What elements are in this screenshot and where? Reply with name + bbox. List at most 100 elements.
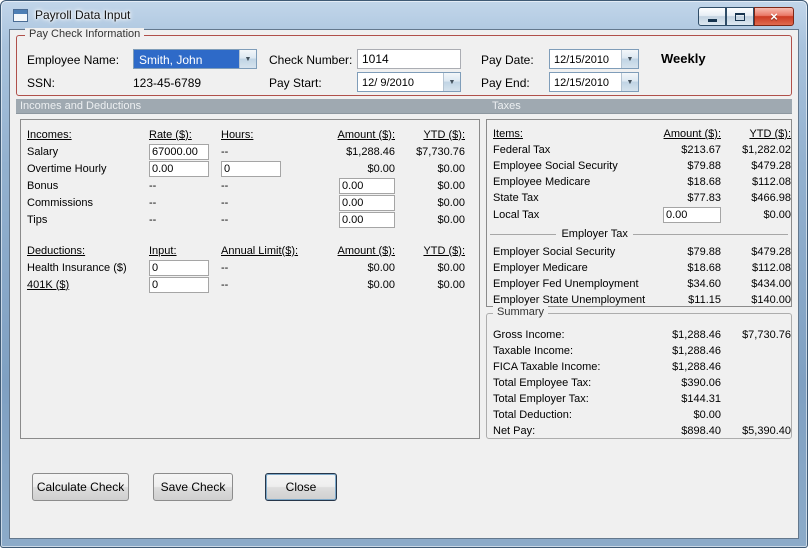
health-insurance-input[interactable] bbox=[149, 259, 209, 276]
employee-name-select[interactable]: Smith, John ▼ bbox=[133, 49, 257, 69]
window-close-button[interactable]: × bbox=[754, 7, 794, 26]
net-pay-ytd: $5,390.40 bbox=[742, 425, 791, 437]
bonus-rate: -- bbox=[149, 179, 157, 192]
tax-row-employer-fed-unemployment: Employer Fed Unemployment $34.60 $434.00 bbox=[487, 276, 791, 292]
income-row-salary: Salary -- $1,288.46 $7,730.76 bbox=[21, 143, 479, 160]
employer-ss-label: Employer Social Security bbox=[493, 246, 616, 258]
caption-buttons: × bbox=[698, 7, 794, 26]
minimize-icon bbox=[707, 18, 717, 22]
close-icon: × bbox=[770, 9, 778, 24]
commissions-amount-input[interactable] bbox=[339, 194, 395, 211]
bonus-amount-input[interactable] bbox=[339, 177, 395, 194]
overtime-rate-input[interactable] bbox=[149, 160, 209, 177]
calculate-check-button[interactable]: Calculate Check bbox=[32, 473, 129, 501]
employer-tax-separator: Employer Tax bbox=[487, 224, 791, 244]
annual-limit-col-label: Annual Limit($): bbox=[221, 244, 299, 257]
health-insurance-label: Health Insurance ($) bbox=[27, 261, 127, 274]
ytd-col-label: YTD ($): bbox=[423, 128, 465, 141]
paycheck-info-legend: Pay Check Information bbox=[25, 28, 145, 40]
summary-row-fica: FICA Taxable Income: $1,288.46 bbox=[487, 359, 791, 375]
pay-date-picker[interactable]: 12/15/2010 ▼ bbox=[549, 49, 639, 69]
overtime-amount: $0.00 bbox=[367, 162, 395, 175]
k401-link[interactable]: 401K ($) bbox=[27, 279, 149, 291]
taxes-panel: Items: Amount ($): YTD ($): Federal Tax … bbox=[486, 119, 792, 307]
dropdown-arrow-glyph: ▼ bbox=[626, 55, 634, 63]
check-number-input[interactable] bbox=[357, 49, 461, 69]
tax-row-state: State Tax $77.83 $466.98 bbox=[487, 190, 791, 206]
salary-label: Salary bbox=[27, 145, 59, 158]
taxes-header-row: Items: Amount ($): YTD ($): bbox=[487, 126, 791, 142]
deductions-col-label: Deductions: bbox=[27, 244, 86, 257]
federal-tax-ytd: $1,282.02 bbox=[742, 144, 791, 156]
k401-ytd: $0.00 bbox=[437, 278, 465, 291]
total-employee-tax-label: Total Employee Tax: bbox=[493, 377, 592, 389]
taxes-header: Taxes bbox=[492, 100, 521, 112]
bonus-label: Bonus bbox=[27, 179, 59, 192]
dropdown-arrow-glyph: ▼ bbox=[626, 78, 634, 86]
state-tax-amount: $77.83 bbox=[687, 192, 721, 204]
k401-input[interactable] bbox=[149, 276, 209, 293]
tax-row-employee-ss: Employee Social Security $79.88 $479.28 bbox=[487, 158, 791, 174]
gross-income-label: Gross Income: bbox=[493, 329, 565, 341]
employer-medicare-amount: $18.68 bbox=[687, 262, 721, 274]
salary-hours: -- bbox=[221, 145, 229, 158]
title-bar[interactable]: Payroll Data Input bbox=[1, 1, 807, 29]
dropdown-arrow-glyph: ▼ bbox=[244, 55, 252, 63]
summary-row-total-deduction: Total Deduction: $0.00 bbox=[487, 407, 791, 423]
tips-amount-input[interactable] bbox=[339, 211, 395, 228]
salary-rate-input[interactable] bbox=[149, 143, 209, 160]
maximize-icon bbox=[735, 12, 745, 21]
employer-state-unemployment-label: Employer State Unemployment bbox=[493, 294, 646, 306]
tips-ytd: $0.00 bbox=[437, 213, 465, 226]
salary-amount: $1,288.46 bbox=[346, 145, 395, 158]
net-pay-amount: $898.40 bbox=[681, 425, 721, 437]
total-deduction-label: Total Deduction: bbox=[493, 409, 572, 421]
dialog-body: Pay Check Information Employee Name: Smi… bbox=[9, 28, 799, 539]
pay-start-picker[interactable]: 12/ 9/2010 ▼ bbox=[357, 72, 461, 92]
pay-frequency-label: Weekly bbox=[661, 51, 706, 66]
amount-col-label: Amount ($): bbox=[337, 244, 395, 257]
chevron-down-icon[interactable]: ▼ bbox=[443, 73, 460, 91]
rate-col-label: Rate ($): bbox=[149, 128, 192, 141]
section-header-strip: Incomes and Deductions Taxes bbox=[16, 99, 792, 114]
pay-end-picker[interactable]: 12/15/2010 ▼ bbox=[549, 72, 639, 92]
pay-date-label: Pay Date: bbox=[481, 53, 534, 67]
employer-medicare-ytd: $112.08 bbox=[752, 262, 791, 274]
summary-group: Summary Gross Income: $1,288.46 $7,730.7… bbox=[486, 306, 792, 439]
deduction-row-401k: 401K ($) -- $0.00 $0.00 bbox=[21, 276, 479, 293]
window-maximize-button[interactable] bbox=[726, 7, 754, 26]
tax-row-employer-ss: Employer Social Security $79.88 $479.28 bbox=[487, 244, 791, 260]
commissions-ytd: $0.00 bbox=[437, 196, 465, 209]
pay-end-value: 12/15/2010 bbox=[554, 77, 610, 89]
employer-fed-unemployment-amount: $34.60 bbox=[687, 278, 721, 290]
ssn-value: 123-45-6789 bbox=[133, 76, 202, 90]
employer-tax-group-label: Employer Tax bbox=[561, 228, 628, 240]
tax-row-federal: Federal Tax $213.67 $1,282.02 bbox=[487, 142, 791, 158]
tax-row-local: Local Tax $0.00 bbox=[487, 206, 791, 224]
close-button[interactable]: Close bbox=[265, 473, 337, 501]
app-icon bbox=[13, 8, 28, 22]
income-row-tips: Tips -- -- $0.00 bbox=[21, 211, 479, 228]
local-tax-input[interactable] bbox=[663, 207, 721, 223]
commissions-hours: -- bbox=[221, 196, 229, 209]
chevron-down-icon[interactable]: ▼ bbox=[239, 50, 256, 68]
window-minimize-button[interactable] bbox=[698, 7, 726, 26]
employee-name-label: Employee Name: bbox=[27, 53, 120, 67]
health-insurance-ytd: $0.00 bbox=[437, 261, 465, 274]
income-row-commissions: Commissions -- -- $0.00 bbox=[21, 194, 479, 211]
summary-row-gross: Gross Income: $1,288.46 $7,730.76 bbox=[487, 327, 791, 343]
total-employer-tax-amount: $144.31 bbox=[681, 393, 721, 405]
federal-tax-label: Federal Tax bbox=[493, 144, 551, 156]
employer-state-unemployment-amount: $11.15 bbox=[688, 294, 721, 306]
overtime-label: Overtime Hourly bbox=[27, 162, 107, 175]
summary-legend: Summary bbox=[493, 306, 549, 318]
overtime-hours-input[interactable] bbox=[221, 160, 281, 177]
deduction-row-health: Health Insurance ($) -- $0.00 $0.00 bbox=[21, 259, 479, 276]
chevron-down-icon[interactable]: ▼ bbox=[621, 50, 638, 68]
tips-rate: -- bbox=[149, 213, 157, 226]
save-check-button[interactable]: Save Check bbox=[153, 473, 233, 501]
chevron-down-icon[interactable]: ▼ bbox=[621, 73, 638, 91]
k401-amount: $0.00 bbox=[367, 278, 395, 291]
pay-start-value: 12/ 9/2010 bbox=[362, 77, 414, 89]
